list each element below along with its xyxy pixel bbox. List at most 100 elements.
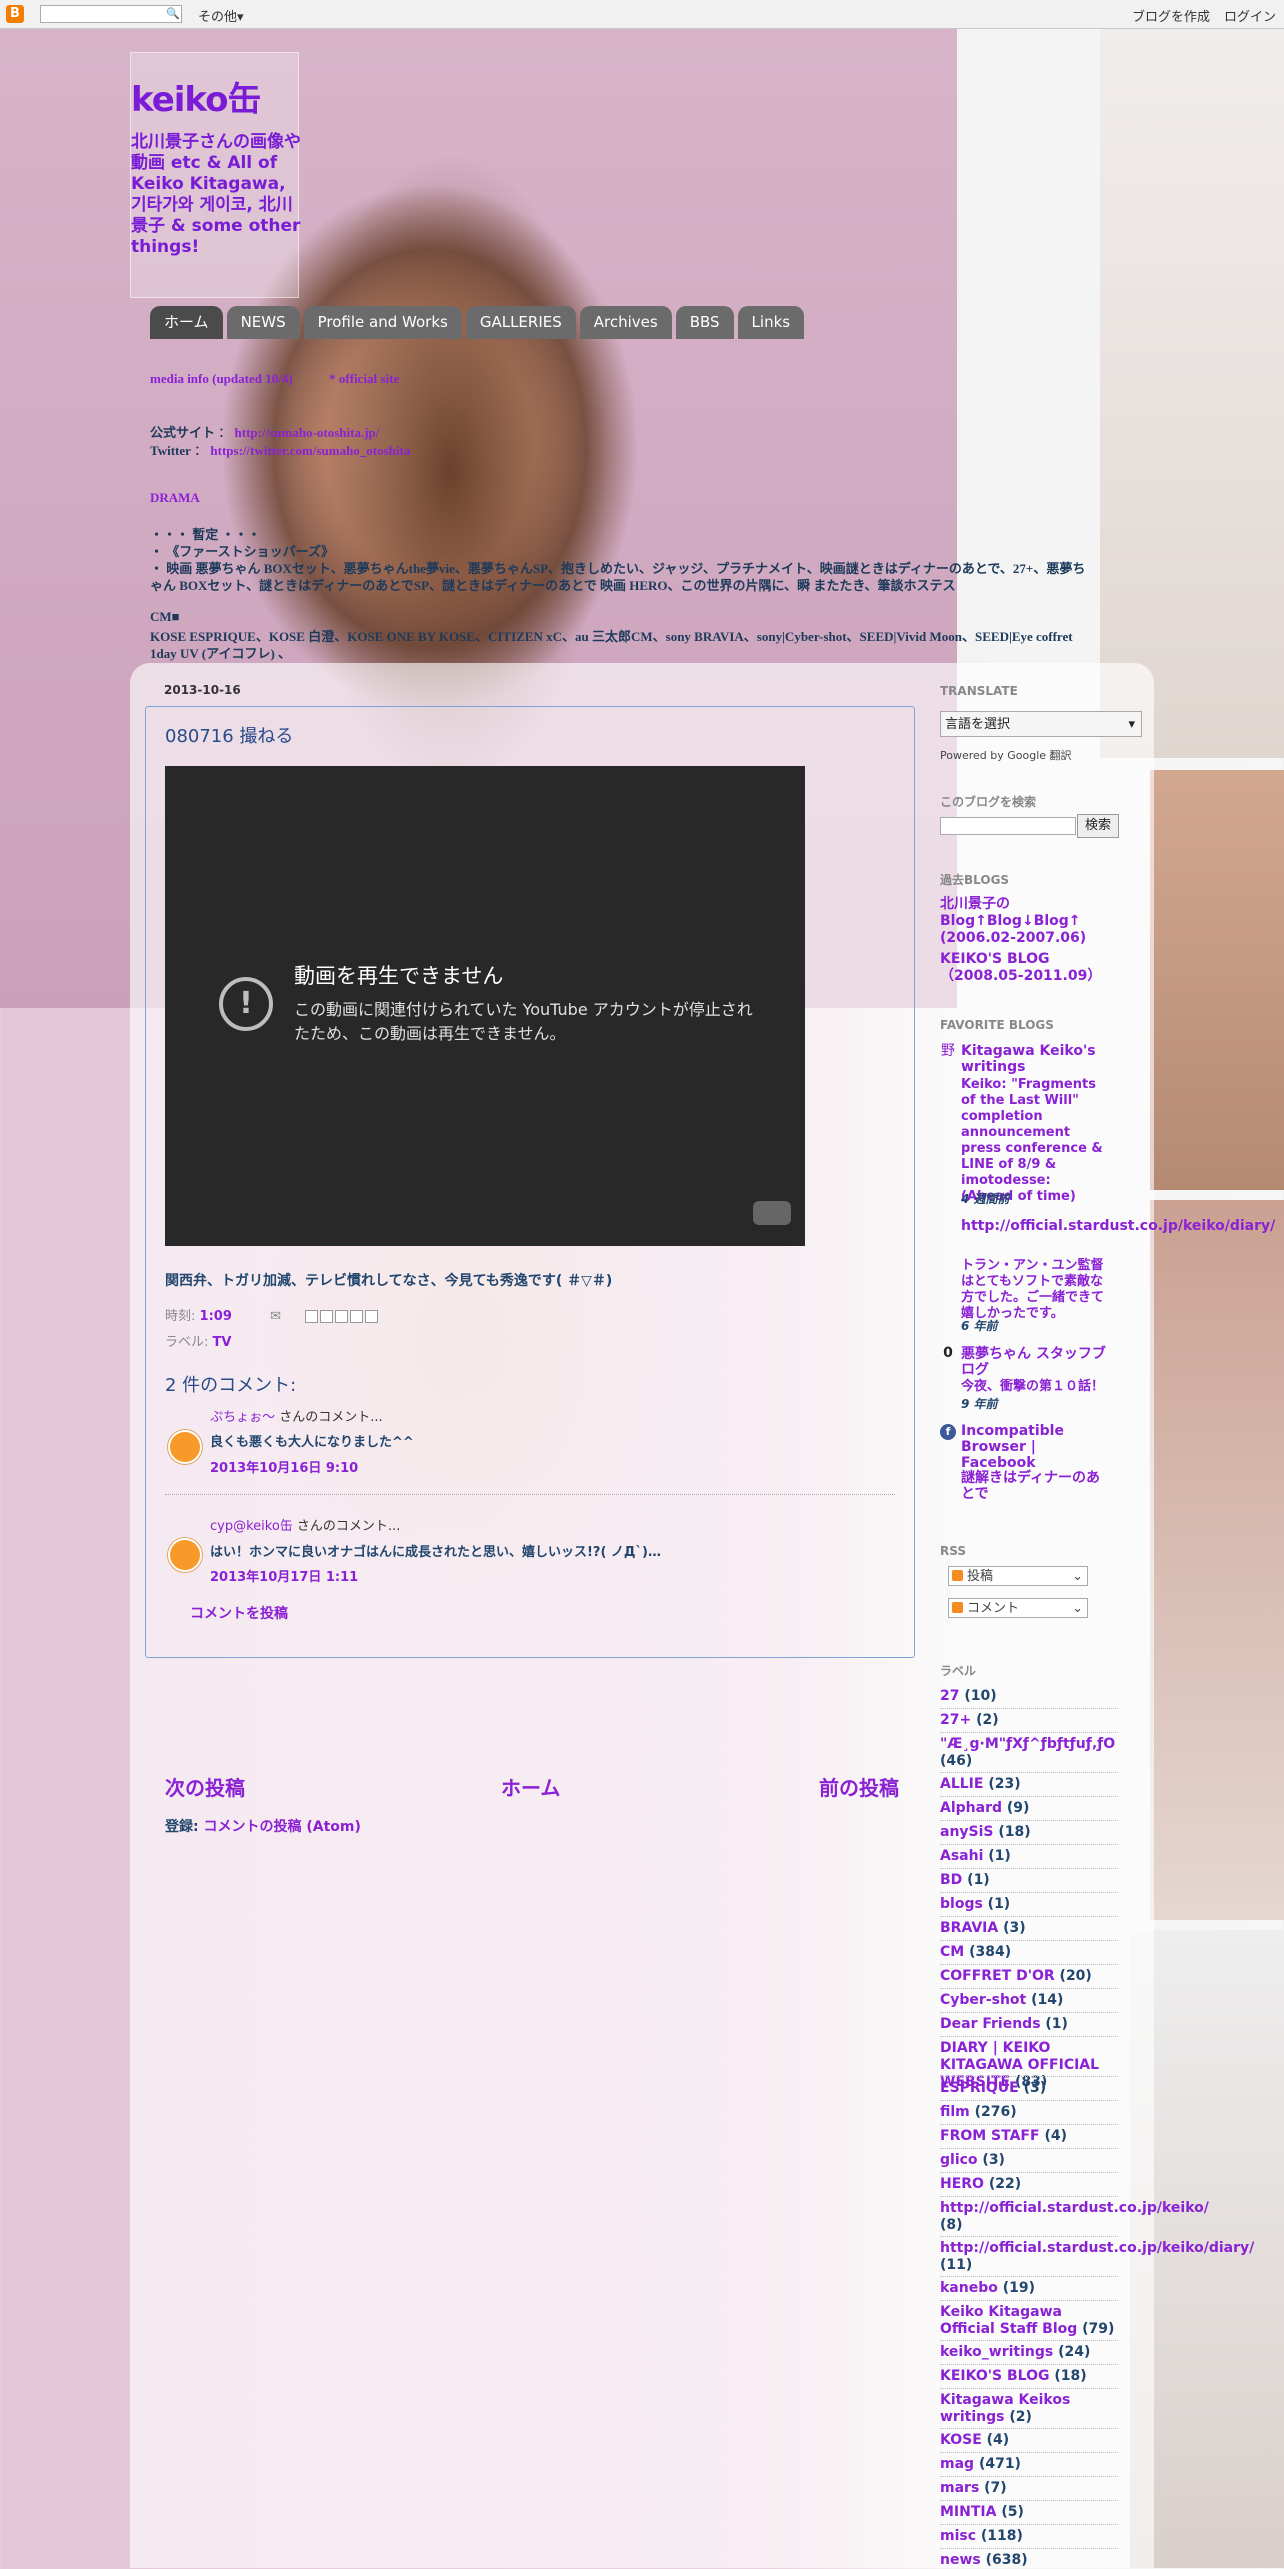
search-button[interactable]: 検索	[1077, 814, 1119, 838]
label-item[interactable]: keiko_writings (24)	[940, 2344, 1120, 2361]
label-link[interactable]: COFFRET D'OR	[940, 1968, 1055, 1984]
label-link[interactable]: 27+	[940, 1712, 971, 1728]
label-item[interactable]: KEIKO'S BLOG (18)	[940, 2368, 1120, 2385]
favorite-blog-title[interactable]: http://official.stardust.co.jp/keiko/dia…	[961, 1218, 1275, 1234]
label-link[interactable]: Dear Friends	[940, 2016, 1041, 2032]
rss-posts-dropdown[interactable]: 投稿 ⌄	[948, 1566, 1088, 1586]
label-item[interactable]: http://official.stardust.co.jp/keiko/ (8…	[940, 2200, 1209, 2234]
share-pinterest-icon[interactable]	[365, 1310, 379, 1323]
label-link[interactable]: MINTIA	[940, 2504, 996, 2520]
label-link[interactable]: KOSE	[940, 2432, 982, 2448]
label-link-tv[interactable]: TV	[213, 1335, 232, 1350]
label-item[interactable]: COFFRET D'OR (20)	[940, 1968, 1120, 1985]
label-link[interactable]: glico	[940, 2152, 978, 2168]
label-item[interactable]: Alphard (9)	[940, 1800, 1120, 1817]
youtube-logo-icon[interactable]	[753, 1201, 791, 1225]
tab-home[interactable]: ホーム	[150, 306, 223, 339]
label-item[interactable]: mars (7)	[940, 2480, 1120, 2497]
favorite-blog-snippet[interactable]: 今夜、衝撃の第１０話！	[961, 1379, 1106, 1395]
label-link[interactable]: FROM STAFF	[940, 2128, 1040, 2144]
tab-archives[interactable]: Archives	[579, 306, 672, 339]
add-comment-link[interactable]: コメントを投稿	[190, 1603, 288, 1623]
label-item[interactable]: glico (3)	[940, 2152, 1120, 2169]
label-item[interactable]: Dear Friends (1)	[940, 2016, 1120, 2033]
create-blog-link[interactable]: ブログを作成	[1132, 6, 1210, 25]
login-link[interactable]: ログイン	[1224, 6, 1276, 25]
label-item[interactable]: CM (384)	[940, 1944, 1120, 1961]
label-link[interactable]: mag	[940, 2456, 974, 2472]
label-item[interactable]: film (276)	[940, 2104, 1120, 2121]
label-link[interactable]: film	[940, 2104, 970, 2120]
video-player[interactable]: ! 動画を再生できません この動画に関連付けられていた YouTube アカウン…	[165, 766, 805, 1246]
label-link[interactable]: Asahi	[940, 1848, 983, 1864]
blogger-logo-icon[interactable]: B	[6, 5, 24, 23]
label-link[interactable]: mars	[940, 2480, 979, 2496]
comment-author-link[interactable]: ぷちょぉ～	[210, 1410, 275, 1425]
label-item[interactable]: blogs (1)	[940, 1896, 1120, 1913]
older-post-link[interactable]: 前の投稿	[819, 1772, 899, 1801]
label-item[interactable]: ESPRIQUE (3)	[940, 2080, 1120, 2097]
favorite-blog-snippet[interactable]: Keiko: "Fragments of the Last Will" comp…	[961, 1077, 1106, 1205]
label-link[interactable]: CM	[940, 1944, 964, 1960]
favorite-blog-title[interactable]: 悪夢ちゃん スタッフブログ	[961, 1346, 1111, 1378]
favorite-blog-title[interactable]: Incompatible Browser | Facebook	[961, 1423, 1111, 1471]
home-link[interactable]: ホーム	[501, 1772, 560, 1801]
rss-comments-dropdown[interactable]: コメント ⌄	[948, 1598, 1088, 1618]
share-facebook-icon[interactable]	[350, 1310, 364, 1323]
powered-by-google[interactable]: Powered by Google 翻訳	[940, 747, 1072, 763]
label-link[interactable]: anySiS	[940, 1824, 994, 1840]
label-item[interactable]: misc (118)	[940, 2528, 1120, 2545]
tab-links[interactable]: Links	[737, 306, 805, 339]
official-site-link[interactable]: * official site	[329, 371, 399, 386]
favorite-blog-snippet[interactable]: トラン・アン・ユン監督はとてもソフトで素敵な方でした。ご一緒できて嬉しかったです…	[961, 1258, 1106, 1322]
tab-news[interactable]: NEWS	[226, 306, 300, 339]
label-item[interactable]: anySiS (18)	[940, 1824, 1120, 1841]
label-link[interactable]: http://official.stardust.co.jp/keiko/	[940, 2200, 1209, 2216]
label-item[interactable]: Kitagawa Keikos writings (2)	[940, 2392, 1120, 2426]
label-item[interactable]: 27+ (2)	[940, 1712, 1120, 1729]
navbar-search-input[interactable]	[40, 5, 182, 23]
label-link[interactable]: http://official.stardust.co.jp/keiko/dia…	[940, 2240, 1254, 2256]
blog-search-input[interactable]	[940, 817, 1076, 835]
label-link[interactable]: BRAVIA	[940, 1920, 998, 1936]
twitter-link[interactable]: https://twitter.com/sumaho_otoshita	[210, 443, 410, 458]
favorite-blog-title[interactable]: Kitagawa Keiko's writings	[961, 1043, 1111, 1075]
label-item[interactable]: FROM STAFF (4)	[940, 2128, 1120, 2145]
label-item[interactable]: MINTIA (5)	[940, 2504, 1120, 2521]
past-blog-link[interactable]: 北川景子の Blog↑Blog↓Blog↑ (2006.02-2007.06)	[940, 896, 1120, 947]
language-select[interactable]: 言語を選択 ▾	[940, 711, 1142, 737]
share-email-icon[interactable]	[305, 1310, 319, 1323]
label-link[interactable]: Alphard	[940, 1800, 1002, 1816]
email-post-icon[interactable]: ✉	[270, 1309, 281, 1324]
label-link[interactable]: HERO	[940, 2176, 984, 2192]
label-item[interactable]: Asahi (1)	[940, 1848, 1120, 1865]
label-link[interactable]: keiko_writings	[940, 2344, 1053, 2360]
label-link[interactable]: 27	[940, 1688, 959, 1704]
label-link[interactable]: Keiko Kitagawa Official Staff Blog	[940, 2304, 1077, 2337]
comment-time-link[interactable]: 2013年10月17日 1:11	[210, 1566, 358, 1585]
share-blog-icon[interactable]	[320, 1310, 334, 1323]
label-link[interactable]: ALLIE	[940, 1776, 983, 1792]
label-link[interactable]: news	[940, 2552, 981, 2568]
label-link[interactable]: blogs	[940, 1896, 983, 1912]
media-info-link[interactable]: media info (updated 10/4)	[150, 371, 293, 386]
official-url-link[interactable]: http://sumaho-otoshita.jp/	[235, 425, 380, 440]
label-item[interactable]: 27 (10)	[940, 1688, 1120, 1705]
label-link[interactable]: "Æ¸g·M"ƒXƒ^ƒbƒtƒuƒ‚ƒO	[940, 1736, 1115, 1752]
label-item[interactable]: news (638)	[940, 2552, 1120, 2569]
post-time-link[interactable]: 1:09	[200, 1309, 232, 1324]
comment-author-link[interactable]: cyp@keiko缶	[210, 1519, 293, 1534]
post-title[interactable]: 080716 撮ねる	[165, 722, 293, 748]
navbar-more-menu[interactable]: その他▾	[198, 6, 244, 25]
atom-feed-link[interactable]: コメントの投稿 (Atom)	[203, 1819, 360, 1835]
tab-galleries[interactable]: GALLERIES	[465, 306, 576, 339]
share-twitter-icon[interactable]	[335, 1310, 349, 1323]
blog-title[interactable]: keiko缶	[131, 72, 261, 121]
label-link[interactable]: BD	[940, 1872, 962, 1888]
label-item[interactable]: ALLIE (23)	[940, 1776, 1120, 1793]
newer-post-link[interactable]: 次の投稿	[165, 1772, 245, 1801]
label-item[interactable]: http://official.stardust.co.jp/keiko/dia…	[940, 2240, 1254, 2274]
label-item[interactable]: "Æ¸g·M"ƒXƒ^ƒbƒtƒuƒ‚ƒO (46)	[940, 1736, 1120, 1770]
label-item[interactable]: BD (1)	[940, 1872, 1120, 1889]
label-link[interactable]: KEIKO'S BLOG	[940, 2368, 1049, 2384]
